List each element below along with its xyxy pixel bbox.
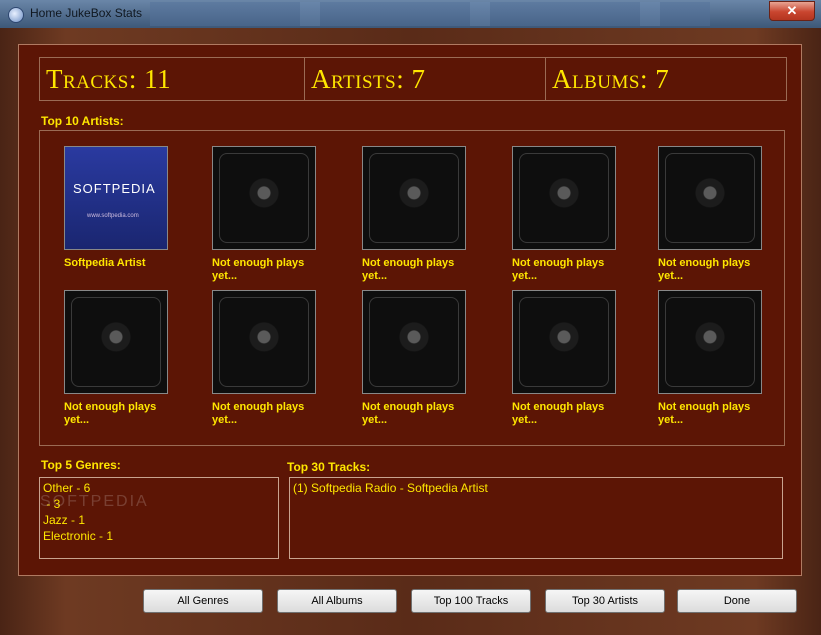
top-artists-grid: SOFTPEDIA www.softpedia.com Softpedia Ar… xyxy=(39,130,785,446)
artist-tile[interactable]: Not enough plays yet... xyxy=(362,146,482,283)
artist-name: Not enough plays yet... xyxy=(362,401,455,426)
cover-url: www.softpedia.com xyxy=(87,213,139,219)
window-title: Home JukeBox Stats xyxy=(30,6,143,20)
close-button[interactable]: ✕ xyxy=(769,1,815,21)
empty-cd-case-icon xyxy=(362,146,466,250)
top-30-artists-button[interactable]: Top 30 Artists xyxy=(545,589,665,613)
artist-tile[interactable]: Not enough plays yet... xyxy=(362,290,482,427)
artist-name: Softpedia Artist xyxy=(64,257,146,269)
tracks-count: Tracks: 11 xyxy=(40,58,305,100)
artist-tile[interactable]: Not enough plays yet... xyxy=(512,290,632,427)
artists-count: Artists: 7 xyxy=(305,58,546,100)
artist-tile[interactable]: Not enough plays yet... xyxy=(64,290,184,427)
summary-stats: Tracks: 11 Artists: 7 Albums: 7 xyxy=(39,57,787,101)
top-artists-label: Top 10 Artists: xyxy=(41,114,124,128)
list-item[interactable]: Jazz - 1 xyxy=(43,512,275,528)
artist-tile[interactable]: Not enough plays yet... xyxy=(658,146,778,283)
empty-cd-case-icon xyxy=(658,290,762,394)
empty-cd-case-icon xyxy=(212,146,316,250)
artist-tile[interactable]: Not enough plays yet... xyxy=(212,146,332,283)
app-icon xyxy=(8,7,24,23)
empty-cd-case-icon xyxy=(512,146,616,250)
genres-list[interactable]: Other - 6 - 3 Jazz - 1 Electronic - 1 xyxy=(39,477,279,559)
artist-name: Not enough plays yet... xyxy=(512,257,605,282)
softpedia-cover-art: SOFTPEDIA www.softpedia.com xyxy=(64,146,168,250)
artist-name: Not enough plays yet... xyxy=(658,257,751,282)
list-item[interactable]: Electronic - 1 xyxy=(43,528,275,544)
artist-name: Not enough plays yet... xyxy=(212,401,305,426)
artist-tile[interactable]: Not enough plays yet... xyxy=(512,146,632,283)
title-bar-watermark xyxy=(150,2,710,26)
albums-count: Albums: 7 xyxy=(552,64,670,94)
all-genres-button[interactable]: All Genres xyxy=(143,589,263,613)
artist-name: Not enough plays yet... xyxy=(658,401,751,426)
empty-cd-case-icon xyxy=(658,146,762,250)
artist-name: Not enough plays yet... xyxy=(512,401,605,426)
done-button[interactable]: Done xyxy=(677,589,797,613)
artist-tile[interactable]: SOFTPEDIA www.softpedia.com Softpedia Ar… xyxy=(64,146,184,270)
all-albums-button[interactable]: All Albums xyxy=(277,589,397,613)
artist-name: Not enough plays yet... xyxy=(362,257,455,282)
empty-cd-case-icon xyxy=(362,290,466,394)
top-tracks-label: Top 30 Tracks: xyxy=(287,460,371,474)
tracks-list[interactable]: (1) Softpedia Radio - Softpedia Artist xyxy=(289,477,783,559)
top-genres-label: Top 5 Genres: xyxy=(41,458,121,472)
artist-name: Not enough plays yet... xyxy=(212,257,305,282)
artist-tile[interactable]: Not enough plays yet... xyxy=(212,290,332,427)
empty-cd-case-icon xyxy=(212,290,316,394)
window-body: Tracks: 11 Artists: 7 Albums: 7 Top 10 A… xyxy=(0,28,821,635)
empty-cd-case-icon xyxy=(512,290,616,394)
cover-logo: SOFTPEDIA xyxy=(73,181,156,196)
empty-cd-case-icon xyxy=(64,290,168,394)
artist-name: Not enough plays yet... xyxy=(64,401,157,426)
top-100-tracks-button[interactable]: Top 100 Tracks xyxy=(411,589,531,613)
title-bar: Home JukeBox Stats ✕ xyxy=(0,0,821,28)
artist-tile[interactable]: Not enough plays yet... xyxy=(658,290,778,427)
watermark: SOFTPEDIA xyxy=(40,493,149,510)
list-item[interactable]: (1) Softpedia Radio - Softpedia Artist xyxy=(293,480,779,496)
